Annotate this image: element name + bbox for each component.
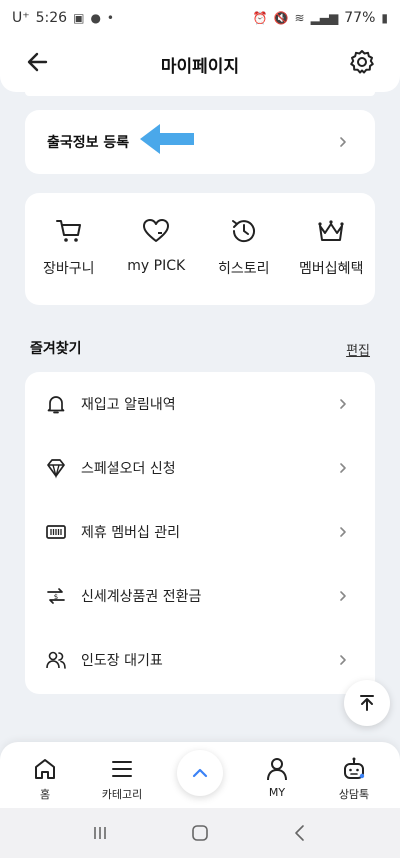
cart-icon — [55, 220, 81, 242]
chatbot-icon — [344, 757, 365, 779]
gallery-notification-icon: ▣ — [73, 11, 85, 25]
nav-label: 상담톡 — [338, 788, 370, 801]
previous-card-edge — [25, 92, 375, 96]
crown-icon — [318, 220, 344, 241]
favorite-item-pickup-waiting[interactable]: 인도장 대기표 — [25, 628, 375, 692]
chevron-right-icon — [340, 655, 346, 665]
status-left: U⁺ 5:26 ▣ ● • — [12, 10, 114, 26]
status-bar: U⁺ 5:26 ▣ ● • ⏰ 🔇 ≋ ▂▄▆ 77% ▮ — [0, 0, 400, 36]
scroll-to-top-button[interactable] — [344, 680, 390, 726]
expand-up-button[interactable] — [177, 750, 223, 796]
system-navigation-bar — [0, 808, 400, 858]
nav-label: 홈 — [39, 788, 51, 801]
page-title: 마이페이지 — [160, 56, 240, 77]
quick-item-label: 장바구니 — [42, 261, 95, 277]
mute-icon: 🔇 — [273, 11, 289, 25]
chevron-up-icon — [192, 768, 208, 778]
nav-label: 카테고리 — [101, 788, 143, 801]
dot-icon: • — [106, 11, 114, 25]
nav-home[interactable]: 홈 — [5, 756, 85, 802]
favorite-item-label: 신세계상품권 전환금 — [81, 589, 202, 605]
departure-info-register-button[interactable]: 출국정보 등록 — [25, 110, 375, 174]
quick-item-cart[interactable]: 장바구니 — [25, 193, 112, 278]
quick-item-history[interactable]: 히스토리 — [200, 193, 287, 278]
diamond-icon — [47, 459, 65, 479]
signal-icon: ▂▄▆ — [310, 11, 339, 25]
menu-icon — [112, 761, 132, 777]
favorite-item-label: 재입고 알림내역 — [81, 397, 176, 413]
quick-item-label: 멤버십혜택 — [299, 261, 364, 277]
bell-icon — [47, 396, 65, 414]
quick-menu: 장바구니 my PICK 히스토리 멤버십혜택 — [25, 193, 375, 305]
gear-icon[interactable] — [348, 48, 376, 76]
quick-item-label: 히스토리 — [217, 261, 270, 277]
favorite-item-label: 제휴 멤버십 관리 — [81, 525, 181, 541]
quick-item-my-pick[interactable]: my PICK — [113, 193, 200, 274]
quick-item-membership[interactable]: 멤버십혜택 — [288, 193, 375, 278]
chevron-right-icon — [340, 399, 346, 409]
favorites-title: 즐겨찾기 — [30, 341, 82, 357]
nav-category[interactable]: 카테고리 — [82, 756, 162, 802]
chevron-right-icon — [340, 527, 346, 537]
heart-icon — [143, 219, 170, 242]
people-icon — [46, 651, 66, 669]
favorite-item-gift-card-conversion[interactable]: $ 신세계상품권 전환금 — [25, 564, 375, 628]
home-icon — [35, 759, 55, 779]
back-arrow-icon[interactable] — [24, 48, 52, 76]
history-icon — [231, 220, 255, 243]
home-button-icon[interactable] — [190, 823, 210, 843]
arrow-up-bar-icon — [360, 695, 374, 711]
chevron-right-icon — [340, 137, 346, 147]
bottom-navigation: 홈 카테고리 MY 상담톡 — [0, 742, 400, 808]
carrier-label: U⁺ — [12, 10, 30, 26]
status-right: ⏰ 🔇 ≋ ▂▄▆ 77% ▮ — [253, 10, 388, 26]
back-button-icon[interactable] — [290, 823, 310, 843]
favorite-item-label: 스페셜오더 신청 — [81, 461, 176, 477]
favorite-item-restock-alert[interactable]: 재입고 알림내역 — [25, 372, 375, 436]
favorites-list: 재입고 알림내역 스페셜오더 신청 제휴 멤버십 관리 $ 신세계상품권 전환금 — [25, 372, 375, 694]
status-time: 5:26 — [35, 10, 68, 26]
alarm-icon: ⏰ — [252, 11, 268, 25]
favorite-item-special-order[interactable]: 스페셜오더 신청 — [25, 436, 375, 500]
departure-info-label: 출국정보 등록 — [47, 135, 130, 151]
battery-icon: ▮ — [381, 11, 388, 25]
pointer-arrow-icon — [140, 124, 194, 154]
person-icon — [267, 758, 287, 781]
favorites-edit-link[interactable]: 편집 — [346, 340, 370, 359]
nav-my[interactable]: MY — [237, 756, 317, 799]
favorite-item-label: 인도장 대기표 — [81, 653, 163, 669]
app-header: 마이페이지 — [0, 36, 400, 92]
quick-item-label: my PICK — [127, 258, 186, 274]
nav-chat-consult[interactable]: 상담톡 — [314, 756, 394, 802]
chevron-right-icon — [340, 463, 346, 473]
recent-apps-icon[interactable] — [90, 823, 110, 843]
svg-text:$: $ — [54, 593, 58, 601]
nav-label: MY — [268, 786, 286, 799]
battery-percent: 77% — [344, 10, 376, 26]
exchange-icon: $ — [47, 588, 65, 604]
favorite-item-membership-card[interactable]: 제휴 멤버십 관리 — [25, 500, 375, 564]
wifi-icon: ≋ — [294, 11, 305, 25]
card-icon — [46, 525, 66, 539]
chevron-right-icon — [340, 591, 346, 601]
chat-notification-icon: ● — [90, 11, 101, 25]
